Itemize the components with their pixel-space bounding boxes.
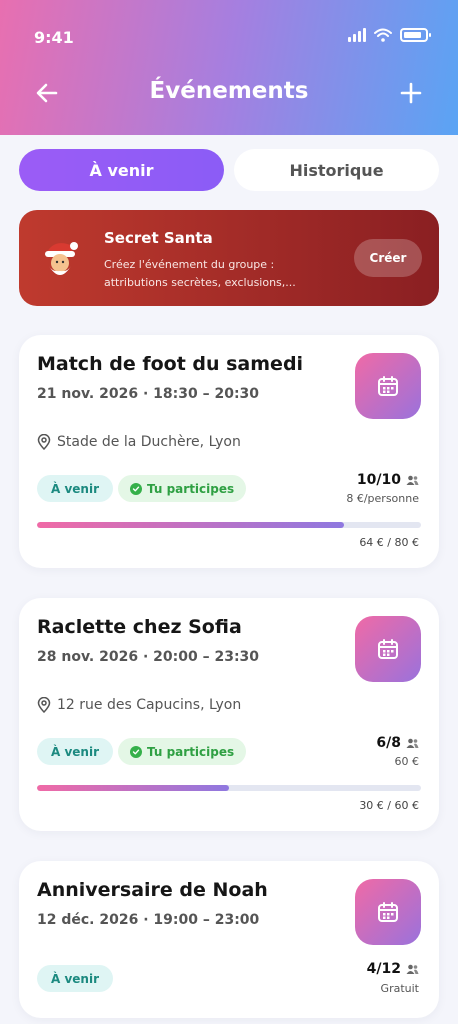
people-icon — [406, 738, 419, 748]
event-location-text: 12 rue des Capucins, Lyon — [57, 697, 242, 713]
battery-icon — [400, 28, 431, 42]
participation-badge: Tu participes — [118, 738, 247, 765]
progress-fill — [37, 522, 345, 528]
participant-count-text: 6/8 — [376, 735, 401, 751]
wifi-icon — [374, 28, 392, 42]
status-badge: À venir — [37, 738, 113, 765]
event-title: Anniversaire de Noah — [37, 879, 268, 901]
event-location: Stade de la Duchère, Lyon — [37, 434, 241, 450]
santa-description: Créez l'événement du groupe : attributio… — [104, 258, 296, 289]
participation-label: Tu participes — [147, 744, 235, 759]
participation-label: Tu participes — [147, 481, 235, 496]
calendar-icon — [355, 879, 421, 945]
status-badge: À venir — [37, 965, 113, 992]
event-price: 8 €/personne — [346, 492, 419, 505]
event-card[interactable]: Match de foot du samedi 21 nov. 2026 · 1… — [19, 335, 439, 568]
location-pin-icon — [37, 434, 51, 450]
funding-amount: 64 € / 80 € — [359, 536, 419, 549]
create-santa-button[interactable]: Créer — [354, 239, 422, 277]
participant-count: 6/8 — [376, 735, 419, 751]
signal-icon — [348, 28, 366, 42]
event-price: 60 € — [394, 755, 420, 768]
page-title: Événements — [149, 78, 309, 104]
event-card[interactable]: Raclette chez Sofia 28 nov. 2026 · 20:00… — [19, 598, 439, 831]
secret-santa-banner[interactable]: Secret Santa Créez l'événement du groupe… — [19, 210, 439, 306]
status-badge: À venir — [37, 475, 113, 502]
event-date: 12 déc. 2026 · 19:00 – 23:00 — [37, 912, 260, 928]
event-date: 28 nov. 2026 · 20:00 – 23:30 — [37, 649, 260, 665]
event-title: Raclette chez Sofia — [37, 616, 242, 638]
participant-count: 4/12 — [367, 961, 419, 977]
people-icon — [406, 964, 419, 974]
funding-amount: 30 € / 60 € — [359, 799, 419, 812]
event-date: 21 nov. 2026 · 18:30 – 20:30 — [37, 386, 260, 402]
tab-history[interactable]: Historique — [234, 149, 439, 191]
participant-count-text: 4/12 — [366, 961, 401, 977]
tab-bar: À venir Historique — [19, 149, 439, 191]
add-icon[interactable] — [398, 80, 424, 106]
status-icons — [348, 28, 431, 42]
calendar-icon — [355, 616, 421, 682]
santa-title: Secret Santa — [104, 229, 213, 247]
progress-fill — [37, 785, 229, 791]
event-price: Gratuit — [380, 982, 419, 995]
calendar-icon — [355, 353, 421, 419]
event-location-text: Stade de la Duchère, Lyon — [57, 434, 241, 450]
tab-upcoming[interactable]: À venir — [19, 149, 224, 191]
participant-count-text: 10/10 — [356, 472, 401, 488]
location-pin-icon — [37, 697, 51, 713]
event-title: Match de foot du samedi — [37, 353, 304, 375]
status-time: 9:41 — [34, 28, 74, 47]
participant-count: 10/10 — [357, 472, 419, 488]
participation-badge: Tu participes — [118, 475, 247, 502]
check-icon — [130, 745, 142, 758]
funding-progress-bar — [37, 522, 421, 528]
event-location: 12 rue des Capucins, Lyon — [37, 697, 241, 713]
people-icon — [406, 475, 419, 485]
funding-progress-bar — [37, 785, 421, 791]
check-icon — [130, 482, 142, 495]
event-card[interactable]: Anniversaire de Noah 12 déc. 2026 · 19:0… — [19, 861, 439, 1018]
santa-icon — [45, 242, 78, 275]
app-header: 9:41 Événements — [0, 0, 458, 135]
